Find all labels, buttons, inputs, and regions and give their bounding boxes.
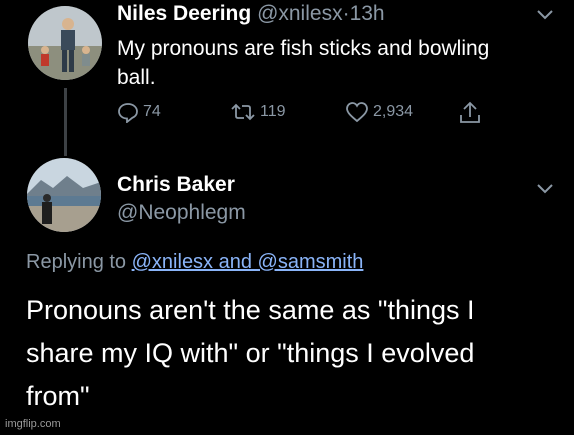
reply-button[interactable]: 74 <box>117 101 161 123</box>
chevron-down-icon[interactable] <box>537 184 553 194</box>
retweet-count: 119 <box>260 103 286 120</box>
watermark: imgflip.com <box>5 418 61 430</box>
like-button[interactable]: 2,934 <box>345 101 413 123</box>
tweet1-display-name[interactable]: Niles Deering <box>117 2 251 25</box>
share-button[interactable] <box>459 101 481 125</box>
retweet-button[interactable]: 119 <box>230 101 286 123</box>
share-icon <box>460 101 480 123</box>
replying-to-mentions[interactable]: @xnilesx and @samsmith <box>132 251 364 273</box>
tweet2-display-name[interactable]: Chris Baker <box>117 173 235 197</box>
reply-icon <box>118 103 138 123</box>
replying-to-line: Replying to @xnilesx and @samsmith <box>26 251 363 274</box>
avatar-niles[interactable] <box>28 6 102 80</box>
tweet2-text-line2: share my IQ with" or "things I evolved <box>26 338 475 368</box>
tweet1-text: My pronouns are fish sticks and bowling … <box>117 34 489 92</box>
like-count: 2,934 <box>373 103 414 120</box>
reply-count: 74 <box>143 103 161 120</box>
tweet1-header: Niles Deering @xnilesx·13h <box>117 2 385 26</box>
tweet2-text: Pronouns aren't the same as "things I sh… <box>26 289 475 418</box>
tweet2-text-line3: from" <box>26 381 90 411</box>
thread-line <box>64 88 67 156</box>
tweet2-text-line1: Pronouns aren't the same as "things I <box>26 295 475 325</box>
avatar-photo-icon <box>28 6 102 80</box>
avatar-chris[interactable] <box>27 158 101 232</box>
avatar-photo-icon <box>27 158 101 232</box>
tweet2-handle[interactable]: @Neophlegm <box>117 201 246 225</box>
retweet-icon <box>231 103 255 121</box>
replying-to-prefix: Replying to <box>26 251 127 273</box>
tweet1-separator: · <box>342 2 350 25</box>
tweet1-time[interactable]: 13h <box>350 2 385 25</box>
tweet1-text-line1: My pronouns are fish sticks and bowling <box>117 37 490 60</box>
like-icon <box>346 102 368 123</box>
tweet1-text-line2: ball. <box>117 66 156 89</box>
tweet1-handle[interactable]: @xnilesx <box>257 2 343 25</box>
chevron-down-icon[interactable] <box>537 10 553 20</box>
